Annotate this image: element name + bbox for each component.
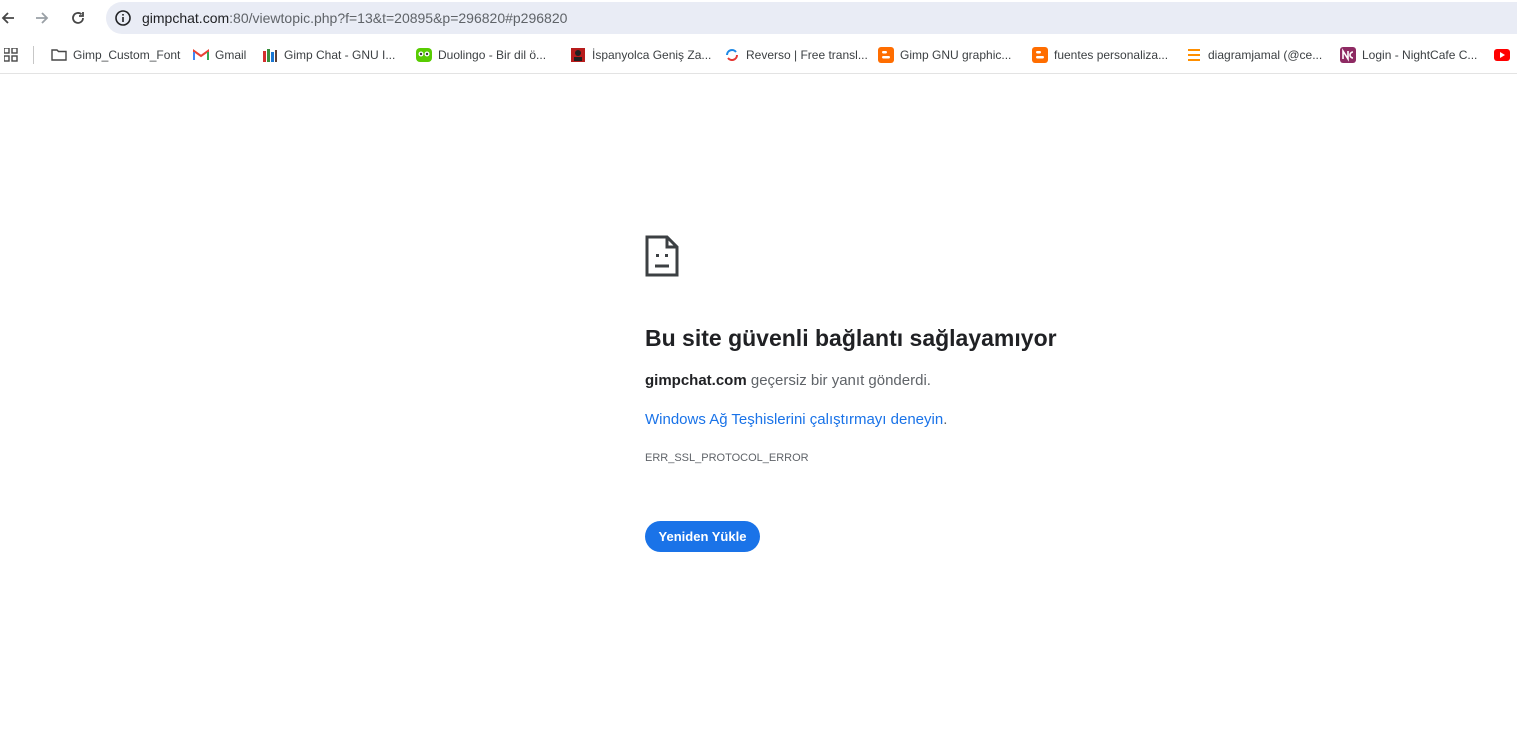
bookmark-gimp-chat[interactable]: Gimp Chat - GNU I...: [262, 45, 395, 65]
folder-icon: [51, 47, 67, 63]
forward-arrow-icon: [36, 12, 49, 24]
diagnostics-line: Windows Ağ Teşhislerini çalıştırmayı den…: [645, 411, 947, 428]
browser-toolbar: gimpchat.com:80/viewtopic.php?f=13&t=208…: [0, 0, 1517, 36]
gimpchat-icon: [262, 47, 278, 63]
bookmark-label: Reverso | Free transl...: [746, 48, 868, 62]
bookmark-label: Gimp Chat - GNU I...: [284, 48, 396, 62]
duolingo-icon: [416, 47, 432, 63]
book-icon: [570, 47, 586, 63]
gmail-icon: [193, 47, 209, 63]
back-arrow-icon: [1, 12, 14, 24]
nightcafe-icon: [1340, 47, 1356, 63]
bookmark-nightcafe[interactable]: Login - NightCafe C...: [1340, 45, 1477, 65]
youtube-icon: [1494, 47, 1510, 63]
bookmark-label: Gmail: [215, 48, 247, 62]
bookmark-label: Login - NightCafe C...: [1362, 48, 1478, 62]
refresh-icon: [72, 12, 84, 24]
error-description-text: geçersiz bir yanıt gönderdi.: [746, 372, 931, 389]
error-description: gimpchat.com geçersiz bir yanıt gönderdi…: [645, 372, 931, 389]
forward-button[interactable]: [30, 6, 54, 30]
blogger-icon: [878, 47, 894, 63]
back-button[interactable]: [0, 6, 20, 30]
bookmark-fuentes[interactable]: fuentes personaliza...: [1032, 45, 1168, 65]
apps-grid-icon[interactable]: [4, 48, 18, 62]
bookmark-gmail[interactable]: Gmail: [193, 45, 246, 65]
url-text[interactable]: gimpchat.com:80/viewtopic.php?f=13&t=208…: [142, 10, 567, 26]
bookmark-label: İspanyolca Geniş Za...: [592, 48, 712, 62]
bookmark-label: Gimp GNU graphic...: [900, 48, 1012, 62]
url-host: gimpchat.com: [142, 10, 230, 26]
address-bar[interactable]: gimpchat.com:80/viewtopic.php?f=13&t=208…: [106, 2, 1517, 34]
bookmark-label: fuentes personaliza...: [1054, 48, 1169, 62]
bookmark-gimp-gnu-graphic[interactable]: Gimp GNU graphic...: [878, 45, 1011, 65]
bookmarks-divider: [33, 46, 34, 64]
blogger-icon: [1032, 47, 1048, 63]
bookmark-ispanyolca[interactable]: İspanyolca Geniş Za...: [570, 45, 711, 65]
bookmark-gimp-custom-font[interactable]: Gimp_Custom_Font: [51, 45, 180, 65]
bookmarks-bar: Gimp_Custom_Font Gmail Gimp Chat - GNU I…: [0, 36, 1517, 74]
bookmark-diagramjamal[interactable]: diagramjamal (@ce...: [1186, 45, 1322, 65]
bookmark-duolingo[interactable]: Duolingo - Bir dil ö...: [416, 45, 546, 65]
bookmark-label: Duolingo - Bir dil ö...: [438, 48, 547, 62]
substack-icon: [1186, 47, 1202, 63]
bookmark-label: diagramjamal (@ce...: [1208, 48, 1323, 62]
reload-page-button[interactable]: [66, 6, 90, 30]
reload-button[interactable]: Yeniden Yükle: [645, 521, 760, 552]
diagnostics-period: .: [943, 411, 948, 428]
site-info-icon[interactable]: [114, 9, 132, 27]
bookmark-label: Gimp_Custom_Font: [73, 48, 181, 62]
sad-page-icon: [645, 235, 679, 277]
bookmark-reverso[interactable]: Reverso | Free transl...: [724, 45, 868, 65]
reverso-icon: [724, 47, 740, 63]
bookmark-youtube[interactable]: [1494, 45, 1516, 65]
error-host: gimpchat.com: [645, 372, 747, 389]
network-diagnostics-link[interactable]: Windows Ağ Teşhislerini çalıştırmayı den…: [645, 411, 943, 428]
url-path: :80/viewtopic.php?f=13&t=20895&p=296820#…: [229, 10, 568, 26]
error-title: Bu site güvenli bağlantı sağlayamıyor: [645, 325, 1057, 351]
error-code[interactable]: ERR_SSL_PROTOCOL_ERROR: [645, 452, 809, 464]
